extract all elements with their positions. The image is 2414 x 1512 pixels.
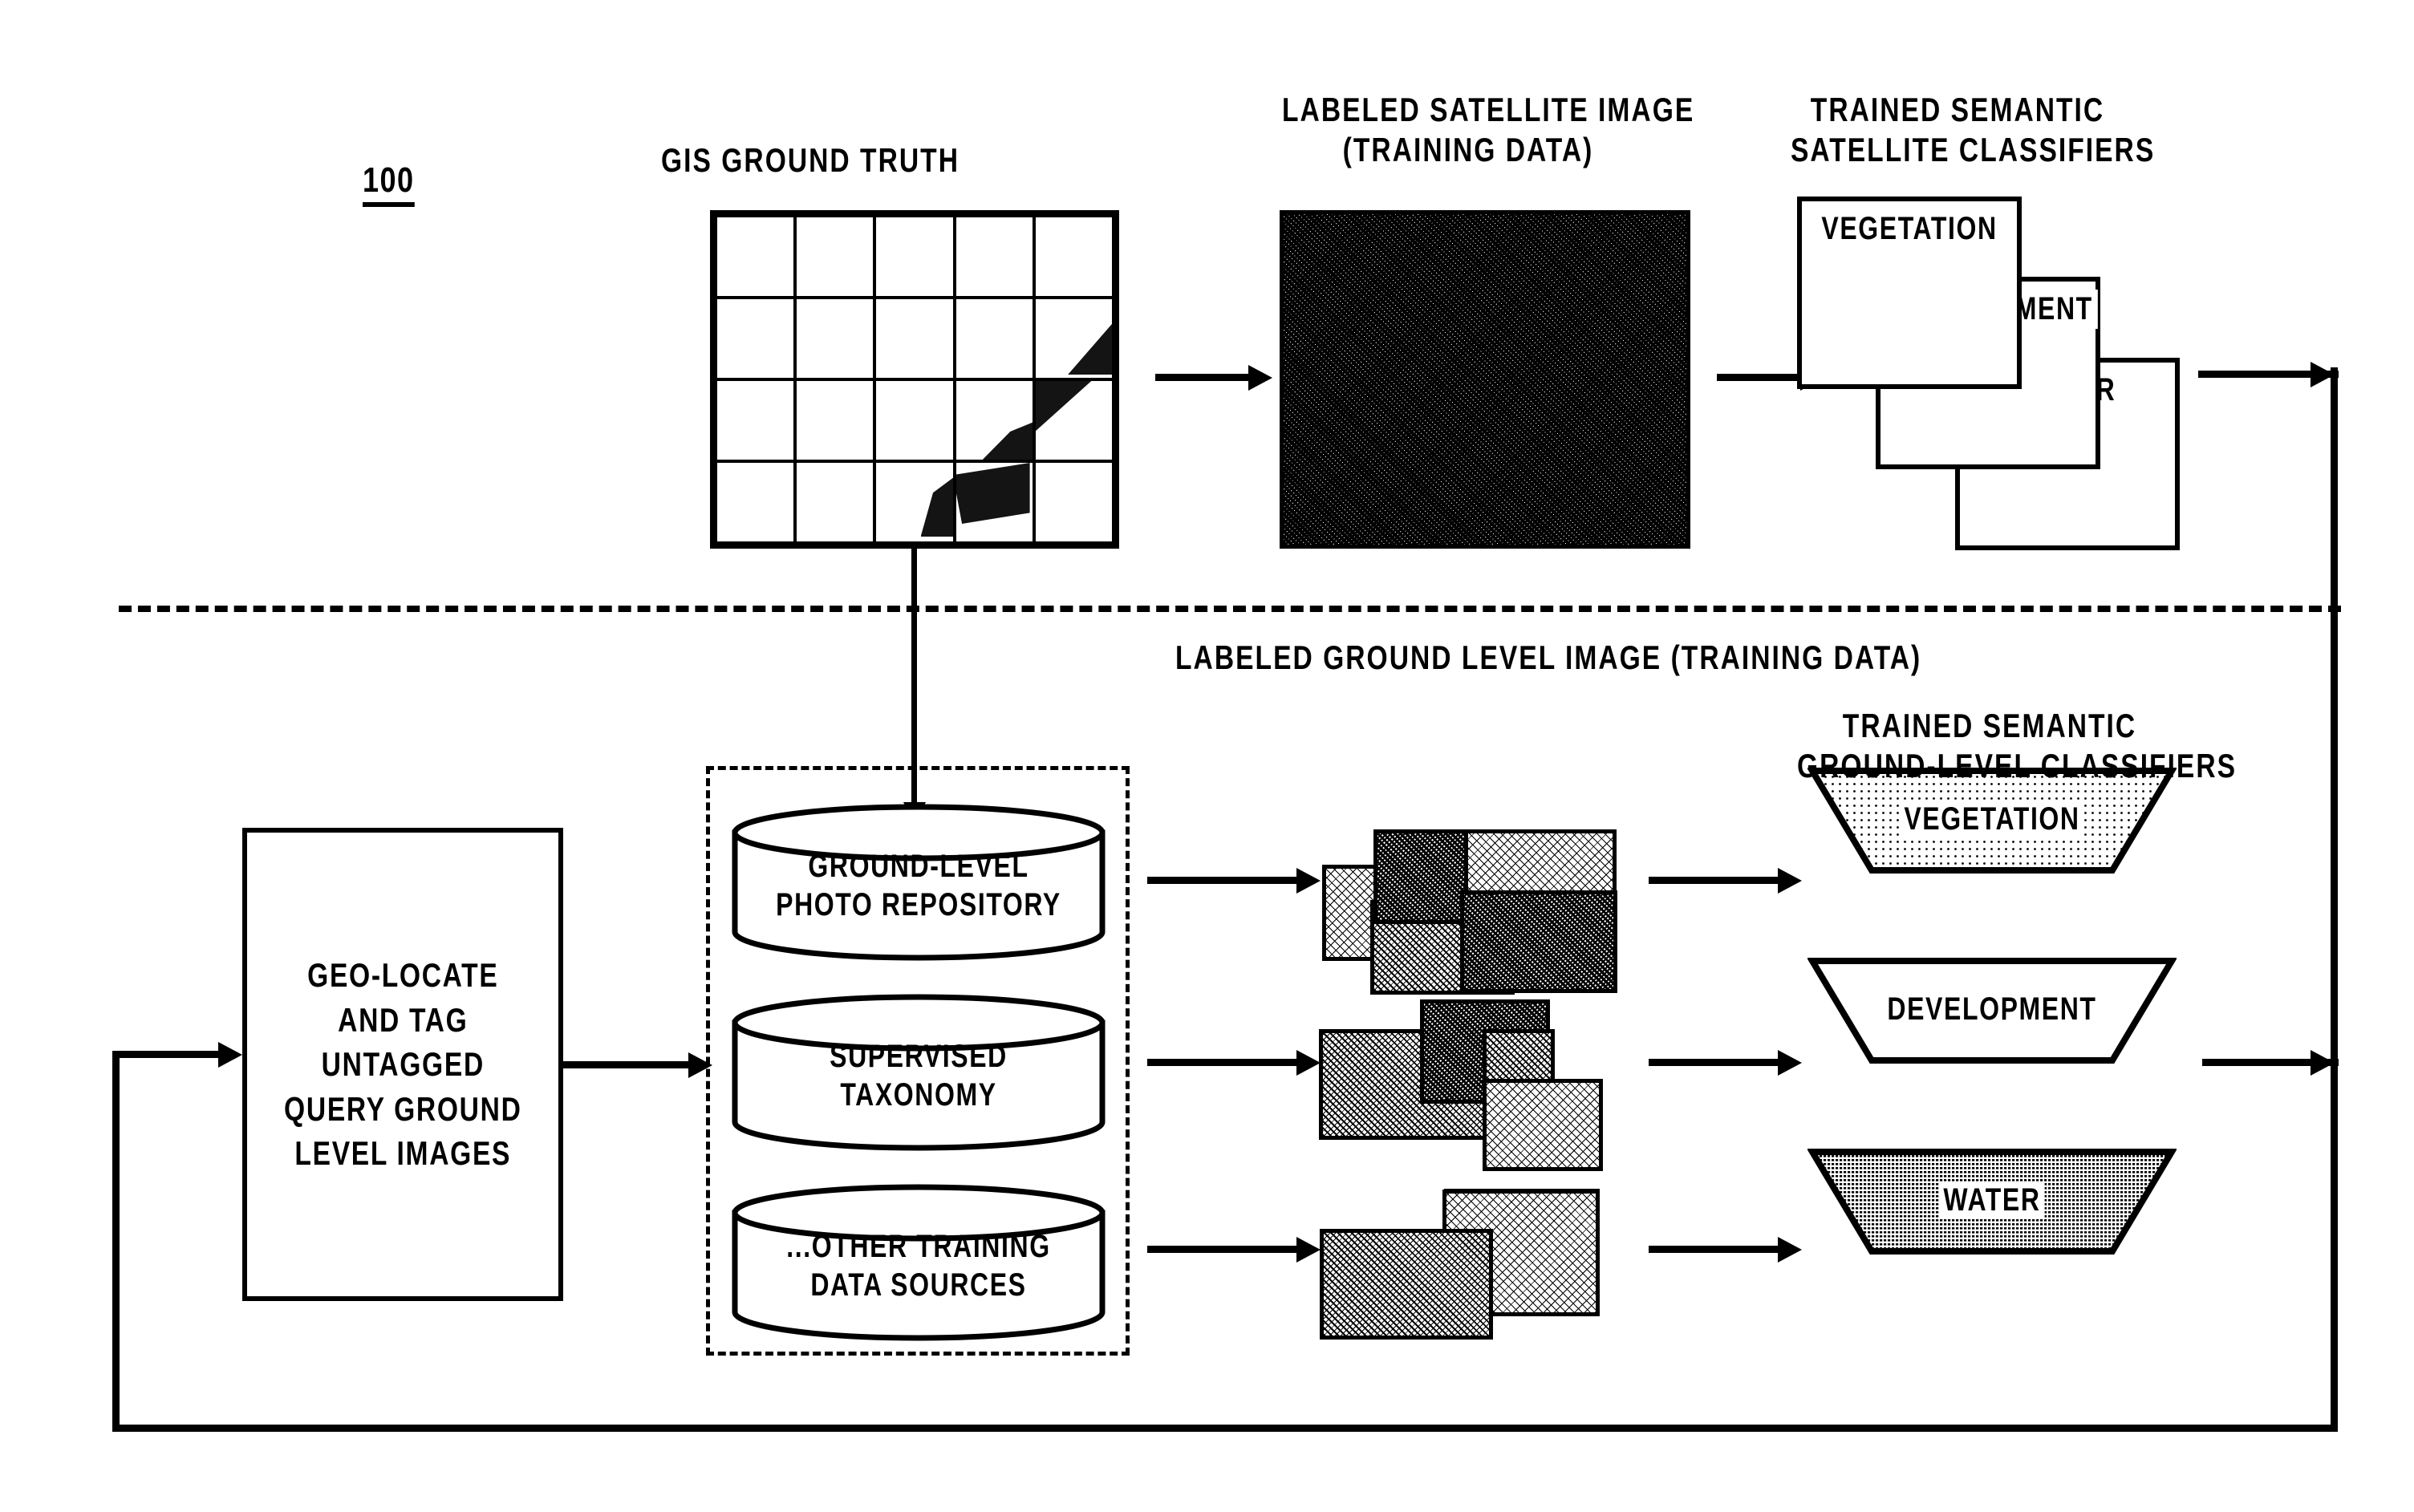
arrow-right-icon xyxy=(1649,1059,1781,1066)
arrow-right-icon xyxy=(1147,1059,1300,1066)
satellite-classifier-card-vegetation[interactable]: VEGETATION xyxy=(1797,197,2022,389)
collage-photo xyxy=(1320,1229,1493,1340)
arrow-right-icon xyxy=(1155,374,1252,381)
database-cylinder-supervised-taxonomy[interactable]: SUPERVISED TAXONOMY xyxy=(730,992,1107,1153)
ground-level-classifier-development[interactable]: DEVELOPMENT xyxy=(1807,956,2177,1065)
arrow-right-icon xyxy=(1147,1246,1300,1253)
geo-locate-process-label: GEO-LOCATE AND TAG UNTAGGED QUERY GROUND… xyxy=(283,956,522,1173)
feedback-loop-left-rail xyxy=(112,1051,120,1432)
gis-tile xyxy=(876,217,953,296)
collage-photo xyxy=(1460,890,1617,993)
geo-locate-process-box[interactable]: GEO-LOCATE AND TAG UNTAGGED QUERY GROUND… xyxy=(242,828,563,1301)
ground-level-classifier-label: VEGETATION xyxy=(1844,801,2140,837)
gis-tile xyxy=(955,381,1033,460)
satellite-classifier-label: VEGETATION xyxy=(1816,209,2003,249)
database-cylinder-label: SUPERVISED TAXONOMY xyxy=(830,1038,1008,1113)
ground-level-classifier-vegetation[interactable]: VEGETATION xyxy=(1807,766,2177,875)
gis-tile xyxy=(1035,463,1112,541)
database-cylinder-label: GROUND-LEVEL PHOTO REPOSITORY xyxy=(776,848,1061,922)
arrow-right-icon xyxy=(1649,877,1781,884)
arrow-right-icon xyxy=(112,1051,225,1058)
gis-tile xyxy=(717,463,794,541)
figure-number: 100 xyxy=(363,160,415,207)
gis-tile xyxy=(717,381,794,460)
arrow-right-icon xyxy=(1778,1050,1802,1076)
patent-figure-canvas: 100 GIS GROUND TRUTH LABELED SATELLITE I… xyxy=(0,0,2414,1512)
gis-tile xyxy=(797,381,874,460)
gis-tile xyxy=(1035,381,1112,460)
arrow-right-icon xyxy=(1296,1237,1321,1263)
gis-tile xyxy=(797,217,874,296)
gis-tile xyxy=(876,463,953,541)
gis-tile xyxy=(955,463,1033,541)
database-cylinder-ground-level-photo-repository[interactable]: GROUND-LEVEL PHOTO REPOSITORY xyxy=(730,802,1107,963)
gis-ground-truth-header: GIS GROUND TRUTH xyxy=(661,141,960,179)
arrow-right-icon xyxy=(1147,877,1300,884)
ground-level-classifier-label: DEVELOPMENT xyxy=(1844,991,2140,1028)
gis-tile xyxy=(876,299,953,378)
arrow-right-icon xyxy=(1248,365,1272,391)
arrow-right-icon xyxy=(563,1061,692,1068)
feedback-loop-right-rail xyxy=(2331,367,2338,1432)
trained-satellite-classifiers-header: TRAINED SEMANTIC SATELLITE CLASSIFIERS xyxy=(1791,91,2156,168)
database-cylinder-label: ...OTHER TRAINING DATA SOURCES xyxy=(786,1228,1051,1303)
ground-level-classifier-water[interactable]: WATER xyxy=(1807,1147,2177,1256)
arrow-right-icon xyxy=(1717,374,1803,381)
arrow-right-icon xyxy=(1649,1246,1781,1253)
gis-tile xyxy=(717,217,794,296)
gis-tile xyxy=(1035,217,1112,296)
gis-tile xyxy=(1035,299,1112,378)
arrow-right-icon xyxy=(218,1042,242,1068)
labeled-satellite-image xyxy=(1280,210,1690,549)
gis-tile xyxy=(797,299,874,378)
database-cylinder-other-training-data-sources[interactable]: ...OTHER TRAINING DATA SOURCES xyxy=(730,1182,1107,1343)
ground-level-classifier-label: WATER xyxy=(1844,1182,2140,1218)
arrow-right-icon xyxy=(1296,868,1321,894)
feedback-loop-bottom-rail xyxy=(112,1425,2338,1432)
labeled-satellite-image-header: LABELED SATELLITE IMAGE (TRAINING DATA) xyxy=(1282,91,1695,168)
gis-ground-truth-image xyxy=(710,210,1119,549)
collage-photo xyxy=(1483,1079,1603,1171)
gis-tile xyxy=(876,381,953,460)
arrow-right-icon xyxy=(1778,1237,1802,1263)
gis-tile xyxy=(955,299,1033,378)
gis-tile xyxy=(797,463,874,541)
gis-tile xyxy=(717,299,794,378)
arrow-right-icon xyxy=(1296,1050,1321,1076)
dashed-divider-icon xyxy=(119,606,2341,612)
gis-tile xyxy=(955,217,1033,296)
arrow-right-icon xyxy=(1778,868,1802,894)
labeled-ground-level-image-header: LABELED GROUND LEVEL IMAGE (TRAINING DAT… xyxy=(1175,638,1922,676)
